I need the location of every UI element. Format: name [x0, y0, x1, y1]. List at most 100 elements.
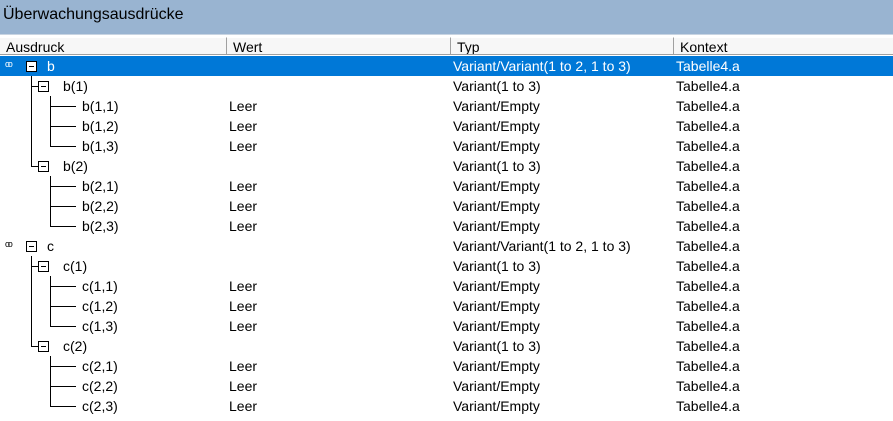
type-cell: Variant/Empty [453, 198, 540, 214]
tree-cell: c(1,3) [0, 316, 225, 336]
type-cell: Variant/Variant(1 to 2, 1 to 3) [453, 58, 631, 74]
watch-row[interactable]: c(1,1) Leer Variant/Empty Tabelle4.a [0, 276, 893, 296]
type-cell: Variant(1 to 3) [453, 158, 541, 174]
tree-cell: c(2,2) [0, 376, 225, 396]
watch-row[interactable]: b(1,2) Leer Variant/Empty Tabelle4.a [0, 116, 893, 136]
column-header-ausdruck[interactable]: Ausdruck [0, 37, 227, 55]
watch-row[interactable]: b(1,1) Leer Variant/Empty Tabelle4.a [0, 96, 893, 116]
expression-name: b(1,1) [82, 98, 119, 114]
tree-line-vertical [31, 116, 32, 136]
watch-row[interactable]: c(1) Variant(1 to 3) Tabelle4.a [0, 256, 893, 276]
tree-line-vertical [31, 96, 32, 116]
tree-cell: b(1,1) [0, 96, 225, 116]
expression-name: b(1) [63, 78, 88, 94]
tree-line-horizontal [50, 286, 76, 287]
expression-name: c(1,2) [82, 298, 118, 314]
tree-cell: b(2,3) [0, 216, 225, 236]
tree-line-vertical [31, 336, 32, 346]
watch-row[interactable]: ᵒᵒ b Variant/Variant(1 to 2, 1 to 3) Tabell… [0, 56, 893, 76]
type-cell: Variant(1 to 3) [453, 258, 541, 274]
context-cell: Tabelle4.a [676, 238, 740, 254]
watch-row[interactable]: b(2) Variant(1 to 3) Tabelle4.a [0, 156, 893, 176]
value-cell: Leer [229, 318, 258, 334]
watch-row[interactable]: c(2,2) Leer Variant/Empty Tabelle4.a [0, 376, 893, 396]
watch-list[interactable]: Ausdruck Wert Typ Kontext ᵒᵒ b Variant/Var… [0, 34, 893, 421]
collapse-toggle-icon[interactable] [38, 81, 49, 92]
value-cell: Leer [229, 218, 258, 234]
tree-cell: b(2,1) [0, 176, 225, 196]
watch-row[interactable]: c(1,2) Leer Variant/Empty Tabelle4.a [0, 296, 893, 316]
expression-name: b [47, 58, 55, 74]
glasses-icon: ᵒᵒ [5, 58, 13, 73]
context-cell: Tabelle4.a [676, 158, 740, 174]
tree-cell: c(2,3) [0, 396, 225, 416]
type-cell: Variant/Empty [453, 278, 540, 294]
type-cell: Variant/Empty [453, 378, 540, 394]
expression-name: c(2,1) [82, 358, 118, 374]
watch-row[interactable]: b(2,1) Leer Variant/Empty Tabelle4.a [0, 176, 893, 196]
watch-row[interactable]: b(2,3) Leer Variant/Empty Tabelle4.a [0, 216, 893, 236]
context-cell: Tabelle4.a [676, 278, 740, 294]
type-cell: Variant(1 to 3) [453, 338, 541, 354]
tree-line-horizontal [50, 206, 76, 207]
type-cell: Variant/Empty [453, 298, 540, 314]
tree-line-vertical [50, 396, 51, 406]
value-cell: Leer [229, 198, 258, 214]
tree-line-vertical [31, 136, 32, 156]
type-cell: Variant/Empty [453, 118, 540, 134]
value-cell: Leer [229, 358, 258, 374]
watch-row[interactable]: b(2,2) Leer Variant/Empty Tabelle4.a [0, 196, 893, 216]
value-cell: Leer [229, 378, 258, 394]
type-cell: Variant/Empty [453, 178, 540, 194]
column-header-wert[interactable]: Wert [227, 37, 451, 55]
type-cell: Variant/Empty [453, 138, 540, 154]
watch-row[interactable]: b(1,3) Leer Variant/Empty Tabelle4.a [0, 136, 893, 156]
tree-cell: c(1,2) [0, 296, 225, 316]
expression-name: c(2,2) [82, 378, 118, 394]
tree-cell: b(1) [0, 76, 225, 96]
collapse-toggle-icon[interactable] [26, 241, 37, 252]
watch-row[interactable]: c(2,1) Leer Variant/Empty Tabelle4.a [0, 356, 893, 376]
tree-line-vertical [31, 296, 32, 316]
expression-name: b(2,3) [82, 218, 119, 234]
context-cell: Tabelle4.a [676, 258, 740, 274]
tree-line-vertical [50, 136, 51, 146]
value-cell: Leer [229, 138, 258, 154]
collapse-toggle-icon[interactable] [38, 261, 49, 272]
tree-line-horizontal [50, 386, 76, 387]
watch-row[interactable]: c(2,3) Leer Variant/Empty Tabelle4.a [0, 396, 893, 416]
window-title-bar[interactable]: Überwachungsausdrücke [0, 0, 893, 34]
value-cell: Leer [229, 298, 258, 314]
context-cell: Tabelle4.a [676, 198, 740, 214]
collapse-toggle-icon[interactable] [38, 161, 49, 172]
context-cell: Tabelle4.a [676, 58, 740, 74]
type-cell: Variant/Empty [453, 98, 540, 114]
tree-line-horizontal [50, 366, 76, 367]
expression-name: c(1,3) [82, 318, 118, 334]
watch-row[interactable]: b(1) Variant(1 to 3) Tabelle4.a [0, 76, 893, 96]
column-header-typ[interactable]: Typ [451, 37, 674, 55]
tree-cell: c(2) [0, 336, 225, 356]
tree-line-vertical [31, 316, 32, 336]
context-cell: Tabelle4.a [676, 318, 740, 334]
collapse-toggle-icon[interactable] [26, 61, 37, 72]
tree-cell: ᵒᵒ b [0, 56, 225, 76]
tree-line-horizontal [50, 306, 76, 307]
column-header-kontext[interactable]: Kontext [674, 37, 893, 55]
collapse-toggle-icon[interactable] [38, 341, 49, 352]
tree-line-vertical [50, 216, 51, 226]
context-cell: Tabelle4.a [676, 398, 740, 414]
watch-row[interactable]: c(1,3) Leer Variant/Empty Tabelle4.a [0, 316, 893, 336]
tree-cell: b(1,3) [0, 136, 225, 156]
tree-cell: c(2,1) [0, 356, 225, 376]
value-cell: Leer [229, 178, 258, 194]
context-cell: Tabelle4.a [676, 178, 740, 194]
context-cell: Tabelle4.a [676, 358, 740, 374]
watch-row[interactable]: c(2) Variant(1 to 3) Tabelle4.a [0, 336, 893, 356]
tree-line-horizontal [50, 406, 76, 407]
type-cell: Variant(1 to 3) [453, 78, 541, 94]
watch-row[interactable]: ᵒᵒ c Variant/Variant(1 to 2, 1 to 3) Tabell… [0, 236, 893, 256]
window-title: Überwachungsausdrücke [3, 6, 184, 23]
type-cell: Variant/Empty [453, 358, 540, 374]
context-cell: Tabelle4.a [676, 378, 740, 394]
